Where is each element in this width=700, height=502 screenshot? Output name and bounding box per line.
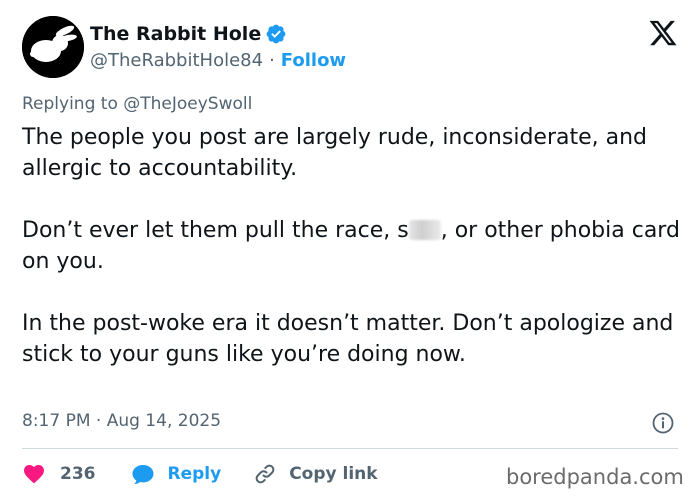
post-paragraph-2: Don’t ever let them pull the race, s, or…: [22, 215, 682, 277]
avatar[interactable]: [22, 16, 84, 78]
follow-button[interactable]: Follow: [281, 50, 346, 71]
divider: [22, 448, 678, 449]
like-count: 236: [60, 464, 96, 484]
action-bar: 236 Reply Copy link: [22, 460, 378, 488]
info-icon[interactable]: [651, 411, 675, 435]
verified-badge-icon: [265, 23, 287, 45]
censored-word-blur: [408, 220, 441, 240]
author-handle[interactable]: @TheRabbitHole84: [90, 50, 263, 71]
post-paragraph-1: The people you post are largely rude, in…: [22, 125, 648, 181]
copy-link-label: Copy link: [289, 464, 378, 484]
author-name-row: The Rabbit Hole: [90, 21, 287, 47]
rabbit-logo-icon: [22, 16, 84, 78]
author-handle-row: @TheRabbitHole84 · Follow: [90, 48, 346, 72]
copy-link-button[interactable]: Copy link: [253, 462, 378, 486]
handle-separator: ·: [269, 49, 275, 71]
reply-bubble-icon: [132, 465, 153, 485]
author-display-name[interactable]: The Rabbit Hole: [90, 23, 261, 45]
post-paragraph-3: In the post-woke era it doesn’t matter. …: [22, 311, 674, 367]
link-icon: [255, 464, 275, 484]
reply-button[interactable]: Reply: [130, 462, 222, 486]
replying-to-label: Replying to: [22, 94, 118, 114]
like-button[interactable]: 236: [22, 462, 96, 486]
heart-icon: [24, 465, 44, 484]
reply-label: Reply: [167, 464, 222, 484]
post-timestamp[interactable]: 8:17 PM · Aug 14, 2025: [22, 411, 221, 431]
post-body: The people you post are largely rude, in…: [22, 122, 682, 370]
replying-to-line: Replying to @TheJoeySwoll: [22, 94, 252, 114]
watermark: boredpanda.com: [506, 465, 684, 489]
post-paragraph-2-start: Don’t ever let them pull the race, s: [22, 218, 409, 243]
x-logo-icon[interactable]: [648, 18, 678, 48]
reply-target-handle[interactable]: @TheJoeySwoll: [123, 94, 252, 114]
